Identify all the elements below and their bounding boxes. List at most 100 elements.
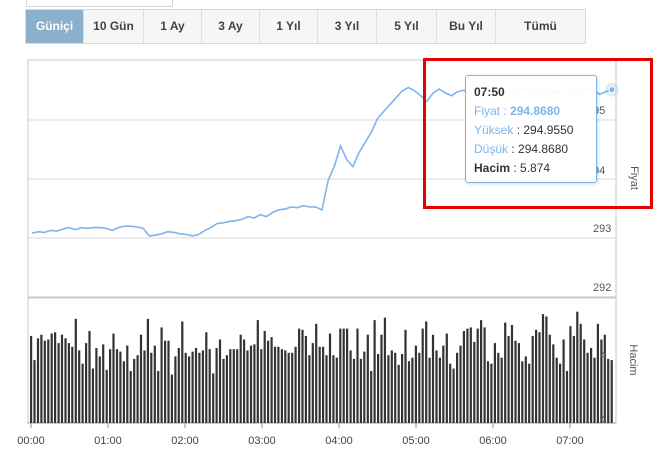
- tooltip-price-row: Fiyat : 294.8680: [474, 104, 561, 118]
- volume-bar-160: [579, 323, 582, 423]
- volume-bar-51: [205, 332, 208, 424]
- volume-bar-88: [332, 355, 335, 423]
- volume-bar-113: [418, 352, 421, 423]
- volume-bar-99: [370, 371, 373, 423]
- x-tick-label-6: 06:00: [479, 435, 507, 447]
- x-tick-label-4: 04:00: [325, 435, 353, 447]
- volume-bar-162: [586, 352, 589, 423]
- volume-bar-23: [109, 349, 112, 423]
- volume-bar-124: [456, 352, 459, 423]
- price-tick-label-1: 293: [593, 223, 611, 235]
- tooltip-price-value: 294.8680: [510, 104, 561, 118]
- volume-bar-168: [607, 358, 610, 423]
- volume-bar-163: [590, 348, 593, 423]
- volume-bar-38: [160, 327, 163, 423]
- volume-bar-66: [256, 320, 259, 423]
- volume-bar-108: [401, 354, 404, 423]
- volume-bar-106: [394, 352, 397, 423]
- volume-bar-21: [102, 344, 105, 424]
- volume-bar-93: [349, 350, 352, 423]
- volume-bar-148: [538, 332, 541, 424]
- tooltip-high-value: 294.9550: [523, 123, 574, 137]
- volume-bar-123: [452, 368, 455, 424]
- volume-bar-85: [322, 346, 325, 423]
- volume-bar-77: [294, 346, 297, 423]
- volume-bar-79: [301, 329, 304, 423]
- volume-bar-36: [153, 345, 156, 423]
- volume-bar-3: [40, 334, 43, 423]
- volume-bar-4: [43, 340, 46, 423]
- volume-bar-41: [170, 374, 173, 423]
- volume-tick-label-0: 4: [600, 350, 606, 362]
- volume-bar-91: [342, 328, 345, 423]
- x-tick-label-3: 03:00: [248, 435, 276, 447]
- volume-bar-12: [71, 346, 74, 423]
- volume-bar-64: [249, 345, 253, 423]
- volume-bar-74: [284, 350, 287, 423]
- tooltip-volume-row: Hacim : 5.874: [474, 161, 551, 175]
- volume-bar-157: [569, 326, 572, 423]
- volume-bar-42: [174, 356, 177, 423]
- volume-bar-71: [273, 346, 277, 423]
- volume-bar-60: [236, 349, 239, 423]
- volume-bar-81: [308, 355, 311, 423]
- volume-bar-49: [198, 352, 201, 423]
- volume-bar-126: [462, 331, 465, 423]
- volume-bar-110: [407, 361, 411, 423]
- volume-bar-76: [291, 352, 294, 423]
- x-tick-label-7: 07:00: [556, 435, 584, 447]
- volume-bar-158: [572, 335, 575, 423]
- volume-bar-97: [363, 351, 366, 423]
- volume-bar-112: [414, 345, 417, 423]
- volume-bar-120: [442, 345, 445, 423]
- volume-bar-96: [359, 358, 362, 423]
- volume-bar-80: [304, 335, 307, 423]
- volume-bar-103: [383, 317, 386, 423]
- volume-bar-145: [528, 363, 531, 423]
- volume-bar-13: [74, 318, 77, 423]
- volume-bar-75: [287, 352, 290, 423]
- volume-bar-151: [548, 334, 551, 423]
- volume-bar-43: [177, 348, 180, 423]
- volume-bar-94: [352, 358, 356, 423]
- volume-bar-45: [184, 352, 187, 423]
- volume-bar-65: [253, 344, 256, 424]
- volume-bar-24: [112, 333, 115, 423]
- volume-bar-58: [229, 349, 232, 423]
- volume-bar-125: [459, 345, 462, 423]
- volume-bar-115: [425, 321, 428, 423]
- volume-bar-137: [500, 357, 503, 423]
- volume-bar-122: [449, 363, 452, 423]
- volume-bar-10: [64, 338, 67, 423]
- volume-bar-153: [555, 357, 558, 423]
- volume-bar-114: [421, 328, 424, 423]
- volume-bar-47: [191, 351, 194, 423]
- volume-bar-127: [466, 328, 469, 423]
- tooltip-volume-label: Hacim: [474, 161, 511, 175]
- x-tick-label-1: 01:00: [94, 435, 122, 447]
- volume-bar-129: [473, 341, 476, 423]
- volume-bar-7: [54, 332, 57, 424]
- volume-bar-37: [157, 371, 160, 423]
- volume-bar-116: [428, 357, 431, 423]
- price-axis-title: Fiyat: [628, 166, 640, 190]
- volume-bar-39: [164, 340, 167, 423]
- volume-bar-130: [476, 328, 479, 423]
- volume-bar-87: [328, 333, 332, 423]
- volume-bar-105: [390, 350, 393, 423]
- volume-bar-165: [596, 323, 599, 423]
- tooltip-low-value: 294.8680: [518, 142, 569, 156]
- volume-bar-31: [136, 355, 139, 423]
- volume-bar-141: [514, 340, 517, 423]
- volume-bar-73: [280, 349, 283, 423]
- tooltip-time: 07:50: [474, 85, 505, 99]
- volume-bar-32: [139, 334, 143, 423]
- volume-bar-128: [469, 327, 472, 423]
- volume-bar-104: [387, 355, 390, 423]
- volume-bar-72: [277, 346, 280, 423]
- volume-bar-119: [438, 357, 441, 423]
- volume-bar-82: [311, 343, 314, 423]
- volume-bar-53: [212, 373, 215, 423]
- volume-bar-155: [562, 339, 565, 423]
- volume-bar-28: [126, 345, 129, 423]
